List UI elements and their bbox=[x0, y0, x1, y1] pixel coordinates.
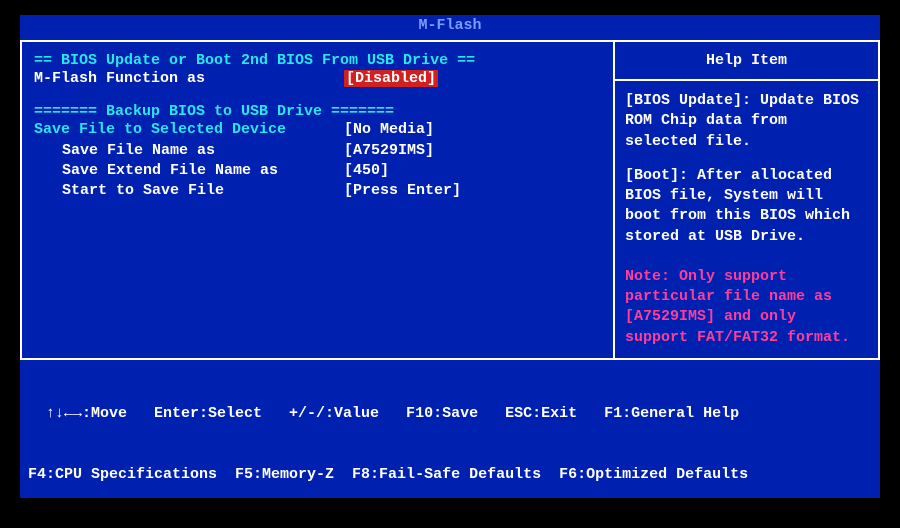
help-header: Help Item bbox=[615, 42, 878, 81]
section-bios-update: == BIOS Update or Boot 2nd BIOS From USB… bbox=[34, 52, 601, 69]
footer-hints: ↑↓←→:Move Enter:Select +/-/:Value F10:Sa… bbox=[20, 360, 880, 528]
settings-panel: == BIOS Update or Boot 2nd BIOS From USB… bbox=[20, 42, 615, 358]
spacer bbox=[34, 89, 601, 103]
help-panel: Help Item [BIOS Update]: Update BIOS ROM… bbox=[615, 42, 880, 358]
save-ext-label: Save Extend File Name as bbox=[34, 161, 344, 181]
start-save-value: [Press Enter] bbox=[344, 181, 461, 201]
section-backup-bios: ======= Backup BIOS to USB Drive ======= bbox=[34, 103, 601, 120]
main-area: == BIOS Update or Boot 2nd BIOS From USB… bbox=[20, 40, 880, 360]
window-title: M-Flash bbox=[20, 15, 880, 40]
footer-line1: ↑↓←→:Move Enter:Select +/-/:Value F10:Sa… bbox=[28, 404, 872, 424]
save-ext-value: [450] bbox=[344, 161, 389, 181]
save-device-row[interactable]: Save File to Selected Device [No Media] bbox=[34, 120, 601, 140]
save-device-label: Save File to Selected Device bbox=[34, 120, 344, 140]
mflash-value-selected: [Disabled] bbox=[344, 70, 438, 87]
help-note: Note: Only support particular file name … bbox=[625, 267, 868, 348]
save-device-value: [No Media] bbox=[344, 120, 434, 140]
save-ext-row[interactable]: Save Extend File Name as [450] bbox=[34, 161, 601, 181]
bios-screen: M-Flash == BIOS Update or Boot 2nd BIOS … bbox=[20, 15, 880, 498]
help-boot: [Boot]: After allocated BIOS file, Syste… bbox=[625, 166, 868, 247]
spacer bbox=[625, 152, 868, 166]
save-name-label: Save File Name as bbox=[34, 141, 344, 161]
mflash-value: [Disabled] bbox=[344, 69, 438, 89]
start-save-label: Start to Save File bbox=[34, 181, 344, 201]
footer-line2: F4:CPU Specifications F5:Memory-Z F8:Fai… bbox=[28, 465, 872, 485]
save-name-value: [A7529IMS] bbox=[344, 141, 434, 161]
mflash-label: M-Flash Function as bbox=[34, 69, 344, 89]
start-save-row[interactable]: Start to Save File [Press Enter] bbox=[34, 181, 601, 201]
save-name-row[interactable]: Save File Name as [A7529IMS] bbox=[34, 141, 601, 161]
mflash-function-row[interactable]: M-Flash Function as [Disabled] bbox=[34, 69, 601, 89]
help-body: [BIOS Update]: Update BIOS ROM Chip data… bbox=[615, 81, 878, 358]
help-bios-update: [BIOS Update]: Update BIOS ROM Chip data… bbox=[625, 91, 868, 152]
